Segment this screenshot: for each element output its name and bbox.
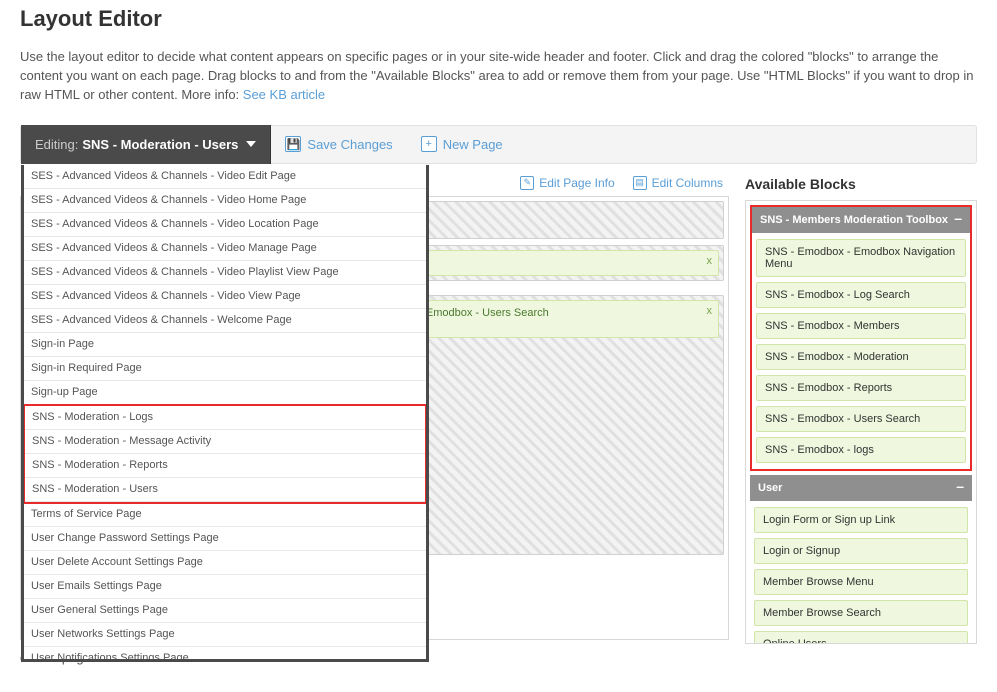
dropdown-item[interactable]: Sign-in Page	[24, 333, 426, 357]
edit-columns-link[interactable]: ▤ Edit Columns	[633, 176, 723, 190]
caret-down-icon	[246, 141, 256, 147]
collapse-icon[interactable]: –	[956, 481, 964, 491]
edit-page-info-label: Edit Page Info	[539, 176, 614, 190]
new-page-label: New Page	[443, 137, 503, 152]
available-block[interactable]: Online Users	[754, 631, 968, 644]
panel-moderation-toolbox: SNS - Members Moderation Toolbox – SNS -…	[750, 205, 972, 471]
edit-columns-label: Edit Columns	[652, 176, 723, 190]
dropdown-highlight-group: SNS - Moderation - LogsSNS - Moderation …	[23, 404, 427, 504]
available-block[interactable]: Member Browse Search	[754, 600, 968, 626]
dropdown-item[interactable]: SES - Advanced Videos & Channels - Video…	[24, 261, 426, 285]
dropdown-item[interactable]: SES - Advanced Videos & Channels - Video…	[24, 285, 426, 309]
available-block[interactable]: Member Browse Menu	[754, 569, 968, 595]
remove-block-icon[interactable]: x	[707, 305, 713, 317]
available-block[interactable]: SNS - Emodbox - Users Search	[756, 406, 966, 432]
new-page-button[interactable]: + New Page	[407, 125, 517, 164]
available-heading: Available Blocks	[745, 176, 977, 192]
available-block[interactable]: SNS - Emodbox - Emodbox Navigation Menu	[756, 239, 966, 277]
columns-icon: ▤	[633, 176, 647, 190]
page-title: Layout Editor	[20, 6, 977, 32]
dropdown-item[interactable]: SES - Advanced Videos & Channels - Video…	[24, 189, 426, 213]
available-block[interactable]: SNS - Emodbox - Reports	[756, 375, 966, 401]
available-block[interactable]: SNS - Emodbox - Moderation	[756, 344, 966, 370]
dropdown-item[interactable]: User Delete Account Settings Page	[24, 551, 426, 575]
save-changes-button[interactable]: 💾 Save Changes	[271, 125, 406, 164]
dropdown-item[interactable]: User Networks Settings Page	[24, 623, 426, 647]
panel-head-moderation[interactable]: SNS - Members Moderation Toolbox –	[750, 205, 972, 233]
intro-text: Use the layout editor to decide what con…	[20, 48, 977, 105]
dropdown-item[interactable]: SES - Advanced Videos & Channels - Welco…	[24, 309, 426, 333]
dropdown-item[interactable]: SES - Advanced Videos & Channels - Video…	[24, 237, 426, 261]
available-block[interactable]: Login Form or Sign up Link	[754, 507, 968, 533]
dropzone-right[interactable]: SNS - Emodbox - Users Search edit x	[380, 295, 725, 555]
dropdown-item[interactable]: User Change Password Settings Page	[24, 527, 426, 551]
dropdown-item[interactable]: SNS - Moderation - Reports	[25, 454, 425, 478]
save-icon: 💾	[285, 136, 301, 152]
dropdown-item[interactable]: SNS - Moderation - Logs	[25, 406, 425, 430]
dropdown-item[interactable]: User General Settings Page	[24, 599, 426, 623]
kb-article-link[interactable]: See KB article	[243, 87, 325, 102]
available-block[interactable]: Login or Signup	[754, 538, 968, 564]
dropdown-item[interactable]: User Emails Settings Page	[24, 575, 426, 599]
editing-current-page: SNS - Moderation - Users	[82, 137, 238, 152]
dropdown-item[interactable]: Sign-up Page	[24, 381, 426, 405]
toolbar: Editing: SNS - Moderation - Users 💾 Save…	[20, 125, 977, 164]
intro-pre: Use the layout editor to decide what con…	[20, 49, 974, 102]
new-page-icon: +	[421, 136, 437, 152]
available-scroll[interactable]: SNS - Members Moderation Toolbox – SNS -…	[745, 200, 977, 644]
available-block[interactable]: SNS - Emodbox - logs	[756, 437, 966, 463]
dropdown-item[interactable]: SES - Advanced Videos & Channels - Video…	[24, 213, 426, 237]
dropdown-item[interactable]: SNS - Moderation - Message Activity	[25, 430, 425, 454]
dropdown-item[interactable]: Sign-in Required Page	[24, 357, 426, 381]
editing-page-dropdown-button[interactable]: Editing: SNS - Moderation - Users	[21, 125, 271, 164]
page-dropdown[interactable]: SES - Advanced Videos & Channels - Video…	[21, 165, 429, 662]
pencil-icon: ✎	[520, 176, 534, 190]
placed-block-users-search[interactable]: SNS - Emodbox - Users Search edit x	[385, 300, 720, 338]
panel-user: User – Login Form or Sign up Link Login o…	[750, 475, 972, 644]
panel-title: SNS - Members Moderation Toolbox	[760, 214, 948, 226]
editing-prefix: Editing:	[35, 137, 78, 152]
collapse-icon[interactable]: –	[954, 213, 962, 223]
available-block[interactable]: SNS - Emodbox - Log Search	[756, 282, 966, 308]
available-block[interactable]: SNS - Emodbox - Members	[756, 313, 966, 339]
dropdown-item[interactable]: SNS - Moderation - Users	[25, 478, 425, 502]
dropdown-item[interactable]: Terms of Service Page	[24, 503, 426, 527]
dropdown-item[interactable]: User Notifications Settings Page	[24, 647, 426, 662]
panel-title: User	[758, 482, 782, 494]
edit-page-info-link[interactable]: ✎ Edit Page Info	[520, 176, 614, 190]
remove-block-icon[interactable]: x	[707, 255, 713, 267]
save-label: Save Changes	[307, 137, 392, 152]
panel-head-user[interactable]: User –	[750, 475, 972, 501]
dropdown-item[interactable]: SES - Advanced Videos & Channels - Video…	[24, 165, 426, 189]
